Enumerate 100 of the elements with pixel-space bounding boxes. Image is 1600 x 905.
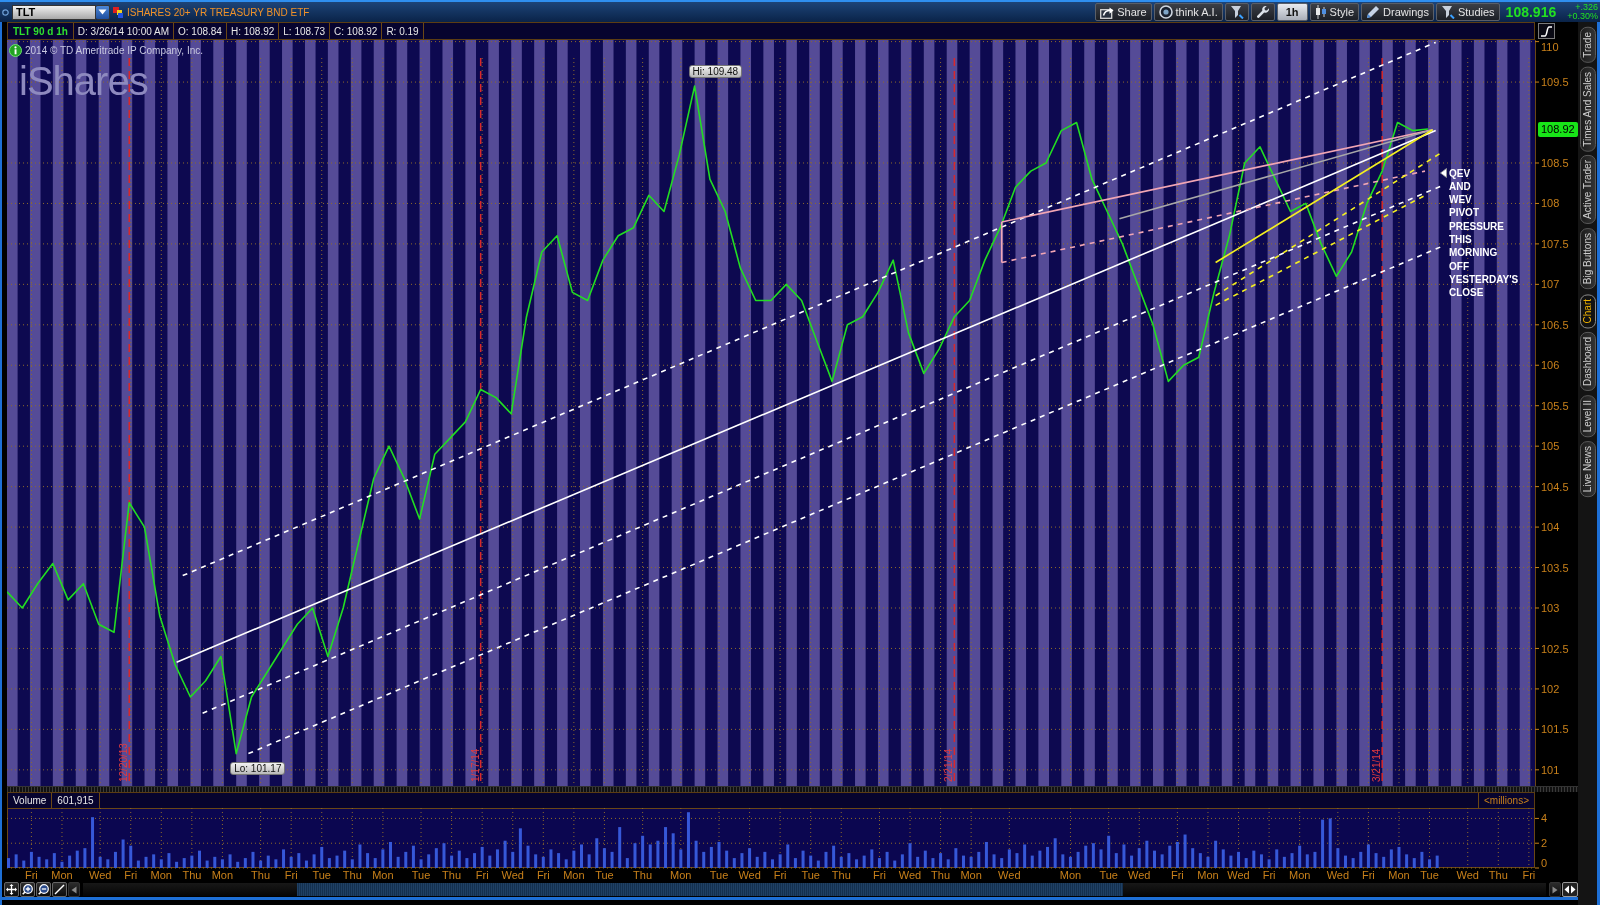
price-axis-label: 103.5 [1541, 561, 1569, 574]
date-axis-label: Wed [898, 869, 922, 881]
style-button[interactable]: Style [1309, 3, 1360, 21]
volume-bar [541, 856, 545, 868]
think-button[interactable]: think A.I. [1153, 3, 1223, 21]
drawings-button[interactable]: Drawings [1361, 3, 1434, 21]
volume-bar [450, 855, 454, 868]
bar-readout: C: 108.92 [330, 23, 383, 39]
volume-bar [526, 845, 530, 868]
side-tab[interactable]: Big Buttons [1579, 228, 1596, 290]
price-axis-label: 108.5 [1541, 157, 1569, 169]
move-button[interactable] [4, 882, 19, 897]
side-tab[interactable]: Live News [1579, 441, 1596, 498]
small-ring-icon [2, 8, 9, 16]
date-axis-label: Mon [1289, 869, 1311, 881]
date-axis-label: Mon [150, 869, 172, 881]
volume-bar [274, 859, 278, 868]
scrollbar-thumb[interactable] [297, 883, 1123, 896]
volume-bar [648, 844, 652, 868]
volume-bar [1298, 845, 1302, 868]
volume-bar [1198, 853, 1202, 868]
volume-bar [984, 841, 988, 868]
volume-bar [220, 859, 224, 868]
date-axis-label: Wed [1227, 869, 1250, 881]
volume-bar [855, 859, 859, 868]
price-axis-label: 110 [1541, 41, 1559, 53]
date-axis-label: Thu [342, 869, 362, 881]
volume-bar [1305, 854, 1309, 868]
volume-bar [182, 858, 186, 868]
curve-icon [1540, 25, 1553, 37]
volume-bar [1046, 846, 1050, 868]
volume-bar [801, 850, 805, 868]
volume-bar [304, 860, 308, 868]
zoom-in-button[interactable] [20, 882, 35, 897]
date-axis-label: Mon [960, 869, 982, 881]
volume-bar [1405, 854, 1409, 868]
date-axis-label: Mon [211, 869, 234, 881]
price-axis-label: 107 [1541, 278, 1560, 291]
volume-bar [1344, 855, 1347, 868]
volume-bar [763, 851, 767, 868]
volume-bar [1313, 851, 1317, 868]
volume-bar [236, 861, 240, 868]
volume-bar [1351, 858, 1355, 868]
side-tab[interactable]: Dashboard [1579, 331, 1596, 391]
volume-bar [969, 856, 973, 868]
side-tab[interactable]: Trade [1579, 27, 1596, 63]
zoom-out-button[interactable] [36, 882, 51, 897]
volume-bar [136, 860, 140, 868]
line-tool-button[interactable] [52, 882, 67, 897]
wrench-button[interactable] [1250, 3, 1275, 21]
studies-button[interactable]: Studies [1435, 3, 1500, 21]
date-axis-label: Fri [1522, 869, 1536, 881]
date-axis-label: Mon [563, 869, 585, 881]
bar-readout: L: 108.73 [279, 23, 330, 39]
volume-bar [916, 856, 920, 868]
tools-button[interactable] [1224, 3, 1249, 21]
volume-bar [98, 856, 102, 868]
volume-bar [1420, 851, 1424, 868]
dropdown-button[interactable] [96, 4, 110, 20]
scrollbar[interactable] [83, 883, 1546, 896]
volume-bar [1000, 858, 1004, 868]
chart-mode-button[interactable] [1538, 23, 1555, 39]
volume-bar [106, 859, 110, 868]
side-tab[interactable]: Times And Sales [1579, 66, 1596, 152]
date-axis-label: Mon [1388, 869, 1410, 881]
volume-bar [977, 851, 981, 868]
volume-bar [37, 856, 41, 868]
share-icon [1100, 5, 1115, 19]
volume-bar [442, 843, 446, 868]
side-tab[interactable]: Chart [1579, 293, 1596, 328]
symbol-field[interactable]: TLT [12, 4, 96, 20]
volume-axis-label: 0 [1541, 857, 1548, 869]
volume-bar [404, 851, 408, 868]
volume-bar [686, 812, 690, 868]
volume-bar [633, 843, 637, 868]
zoom-in-icon [22, 884, 33, 895]
scroll-left-button[interactable] [68, 882, 80, 897]
scroll-right-button[interactable] [1549, 882, 1561, 897]
volume-bar [29, 851, 33, 868]
volume-bar [488, 855, 492, 868]
volume-bar [809, 855, 813, 868]
side-tab[interactable]: Active Trader [1579, 155, 1596, 225]
share-button[interactable]: Share [1095, 3, 1152, 21]
volume-bar [893, 860, 897, 868]
interval-button[interactable]: 1h [1276, 3, 1308, 21]
side-tab[interactable]: Level II [1579, 394, 1596, 438]
volume-bar [610, 851, 614, 868]
volume-bar [962, 855, 965, 868]
volume-bar [1099, 849, 1103, 868]
date-axis-label: Fri [873, 869, 886, 881]
date-axis-label: Thu [633, 869, 653, 881]
expand-button[interactable] [1562, 882, 1578, 897]
volume-bar [1244, 858, 1248, 868]
volume-bar [1428, 859, 1432, 868]
volume-bar [832, 845, 836, 868]
volume-bar [389, 841, 392, 868]
volume-bar [327, 858, 331, 868]
volume-bar [740, 853, 744, 868]
volume-bar [862, 855, 866, 868]
volume-bar [1389, 849, 1393, 868]
